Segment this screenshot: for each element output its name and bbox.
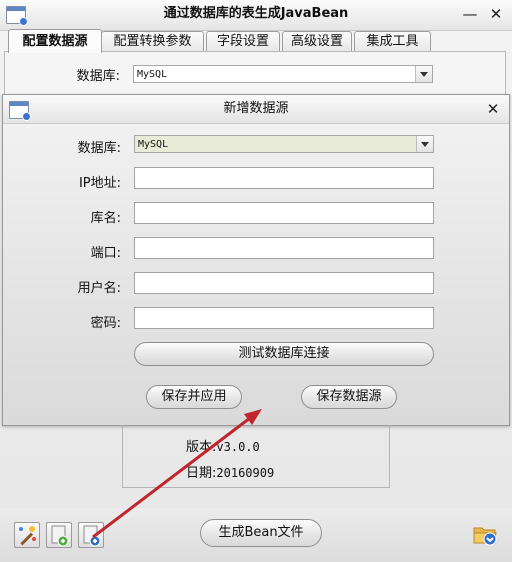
tab-config-datasource[interactable]: 配置数据源 [8, 29, 102, 53]
annotation-arrow [92, 409, 262, 539]
